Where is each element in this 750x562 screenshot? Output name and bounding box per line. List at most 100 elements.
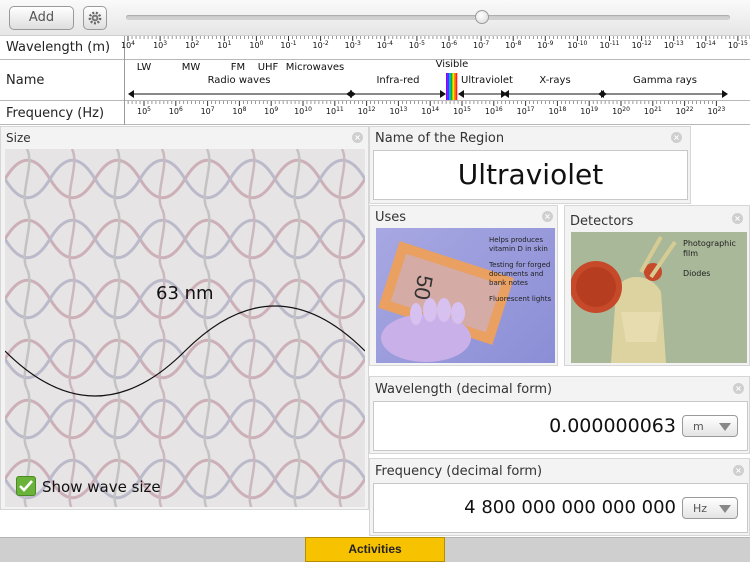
detectors-panel-title: Detectors [570, 214, 634, 229]
uses-panel: Uses × 50 Helps produces vitamin D in sk… [369, 205, 558, 366]
wavelength-decimal-panel: Wavelength (decimal form) × 0.000000063 … [369, 376, 750, 454]
wavelength-tick-label: 10-15 [727, 40, 748, 50]
wavelength-tick-label: 10-5 [408, 40, 425, 50]
region-ultraviolet[interactable]: Ultraviolet [461, 75, 513, 86]
wavelength-tick-label: 10-8 [505, 40, 522, 50]
region-gamma-rays[interactable]: Gamma rays [633, 75, 697, 86]
detectors-panel: Detectors × Photographic film Diodes [564, 205, 750, 366]
region-radio-waves[interactable]: Radio waves [208, 75, 271, 86]
name-panel-close-icon[interactable]: × [671, 132, 682, 143]
frequency-tick-label: 1018 [548, 106, 567, 116]
uses-note: Fluorescent lights [489, 295, 552, 303]
region-name-box: Ultraviolet [373, 150, 688, 200]
visible-color-band [452, 73, 455, 100]
frequency-tick-label: 1014 [421, 106, 440, 116]
show-wave-label[interactable]: Show wave size [42, 478, 161, 496]
detectors-panel-close-icon[interactable]: × [732, 213, 743, 224]
wavelength-unit: m [693, 420, 704, 433]
svg-text:50: 50 [409, 273, 438, 301]
detectors-note: Diodes [683, 269, 711, 278]
visible-color-band [449, 73, 451, 100]
check-icon [19, 480, 33, 492]
uses-notes: Helps produces vitamin D in skin Testing… [489, 236, 553, 304]
add-button[interactable]: Add [9, 6, 74, 30]
gamma-rays-range-arrow [598, 90, 728, 98]
region-infra-red[interactable]: Infra-red [376, 75, 419, 86]
wavelength-tick-label: 103 [153, 40, 168, 50]
radio-waves-range-arrow [128, 90, 356, 98]
frequency-tick-label: 105 [136, 106, 152, 116]
uses-note: Helps produces vitamin D in skin [489, 236, 548, 253]
wavelength-value-box: 0.000000063 m [373, 401, 748, 451]
frequency-value-box: 4 800 000 000 000 000 Hz [373, 483, 748, 533]
name-panel-title: Name of the Region [375, 131, 505, 146]
wavelength-decimal-title: Wavelength (decimal form) [375, 382, 553, 397]
frequency-unit: Hz [693, 502, 708, 515]
frequency-tick-label: 1023 [707, 106, 726, 116]
chevron-down-icon [719, 505, 731, 513]
frequency-panel-close-icon[interactable]: × [733, 465, 744, 476]
visible-color-band [455, 73, 458, 100]
detectors-note: Photographic film [683, 239, 736, 258]
wavelength-tick-label: 10-6 [440, 40, 458, 50]
activities-button[interactable]: Activities [305, 537, 445, 562]
uses-panel-title: Uses [375, 210, 407, 225]
show-wave-checkbox[interactable] [16, 476, 36, 496]
region-x-rays[interactable]: X-rays [539, 75, 570, 86]
name-uhf: UHF [257, 62, 279, 73]
spectrum-slider-thumb[interactable] [475, 10, 490, 24]
uses-image: 50 Helps produces vitamin D in skin Test… [376, 228, 555, 363]
uses-note: Testing for forged documents and bank no… [489, 261, 551, 287]
frequency-tick-label: 1012 [357, 106, 376, 116]
frequency-tick-label: 1019 [580, 106, 599, 116]
frequency-unit-select[interactable]: Hz [682, 497, 738, 519]
wavelength-unit-select[interactable]: m [682, 415, 738, 437]
wavelength-tick-label: 100 [249, 40, 264, 50]
name-microwaves: Microwaves [285, 62, 345, 73]
frequency-decimal-title: Frequency (decimal form) [375, 464, 543, 479]
frequency-tick-label: 1013 [389, 106, 408, 116]
frequency-tick-label: 108 [232, 106, 247, 116]
wave-size-label: 63 nm [156, 283, 214, 304]
dna-background: 63 nm [5, 149, 365, 507]
toolbar: Add [0, 0, 750, 36]
name-panel: Name of the Region × Ultraviolet [369, 126, 691, 204]
wavelength-tick-label: 10-3 [344, 40, 361, 50]
size-panel-title: Size [6, 131, 31, 145]
wavelength-tick-label: 10-14 [695, 40, 716, 50]
settings-button[interactable] [83, 6, 107, 30]
uses-panel-close-icon[interactable]: × [542, 211, 553, 222]
spectrum-slider-track[interactable] [126, 15, 730, 20]
x-rays-range-arrow [503, 90, 607, 98]
frequency-tick-label: 1016 [484, 106, 503, 116]
detectors-image: Photographic film Diodes [571, 232, 747, 363]
frequency-decimal-panel: Frequency (decimal form) × 4 800 000 000… [369, 458, 750, 536]
name-visible: Visible [435, 59, 469, 70]
wavelength-tick-label: 10-4 [376, 40, 393, 50]
wavelength-panel-close-icon[interactable]: × [733, 383, 744, 394]
frequency-value: 4 800 000 000 000 000 [464, 497, 676, 518]
frequency-tick-label: 1011 [325, 106, 344, 116]
size-panel-close-icon[interactable]: × [352, 132, 363, 143]
wavelength-tick-label: 10-11 [599, 40, 620, 50]
wavelength-tick-label: 102 [185, 40, 200, 50]
name-fm: FM [230, 62, 246, 73]
visible-strip [446, 73, 458, 100]
region-range-arrows [128, 90, 728, 98]
wavelength-tick-label: 10-10 [567, 40, 588, 50]
name-lw: LW [136, 62, 152, 73]
wavelength-tick-label: 10-2 [312, 40, 329, 50]
infra-red-range-arrow [346, 90, 446, 98]
detectors-notes: Photographic film Diodes [683, 239, 745, 279]
dna-strands-image [5, 149, 365, 507]
wavelength-tick-label: 10-12 [631, 40, 652, 50]
frequency-tick-label: 106 [168, 106, 183, 116]
wavelength-tick-label: 10-1 [280, 40, 297, 50]
visible-color-band [450, 73, 453, 100]
wavelength-tick-label: 101 [217, 40, 232, 50]
ultraviolet-range-arrow [458, 90, 507, 98]
frequency-tick-label: 1020 [612, 106, 630, 116]
frequency-tick-label: 1015 [453, 106, 471, 116]
visible-color-band [447, 73, 450, 100]
frequency-tick-label: 1022 [675, 106, 694, 116]
